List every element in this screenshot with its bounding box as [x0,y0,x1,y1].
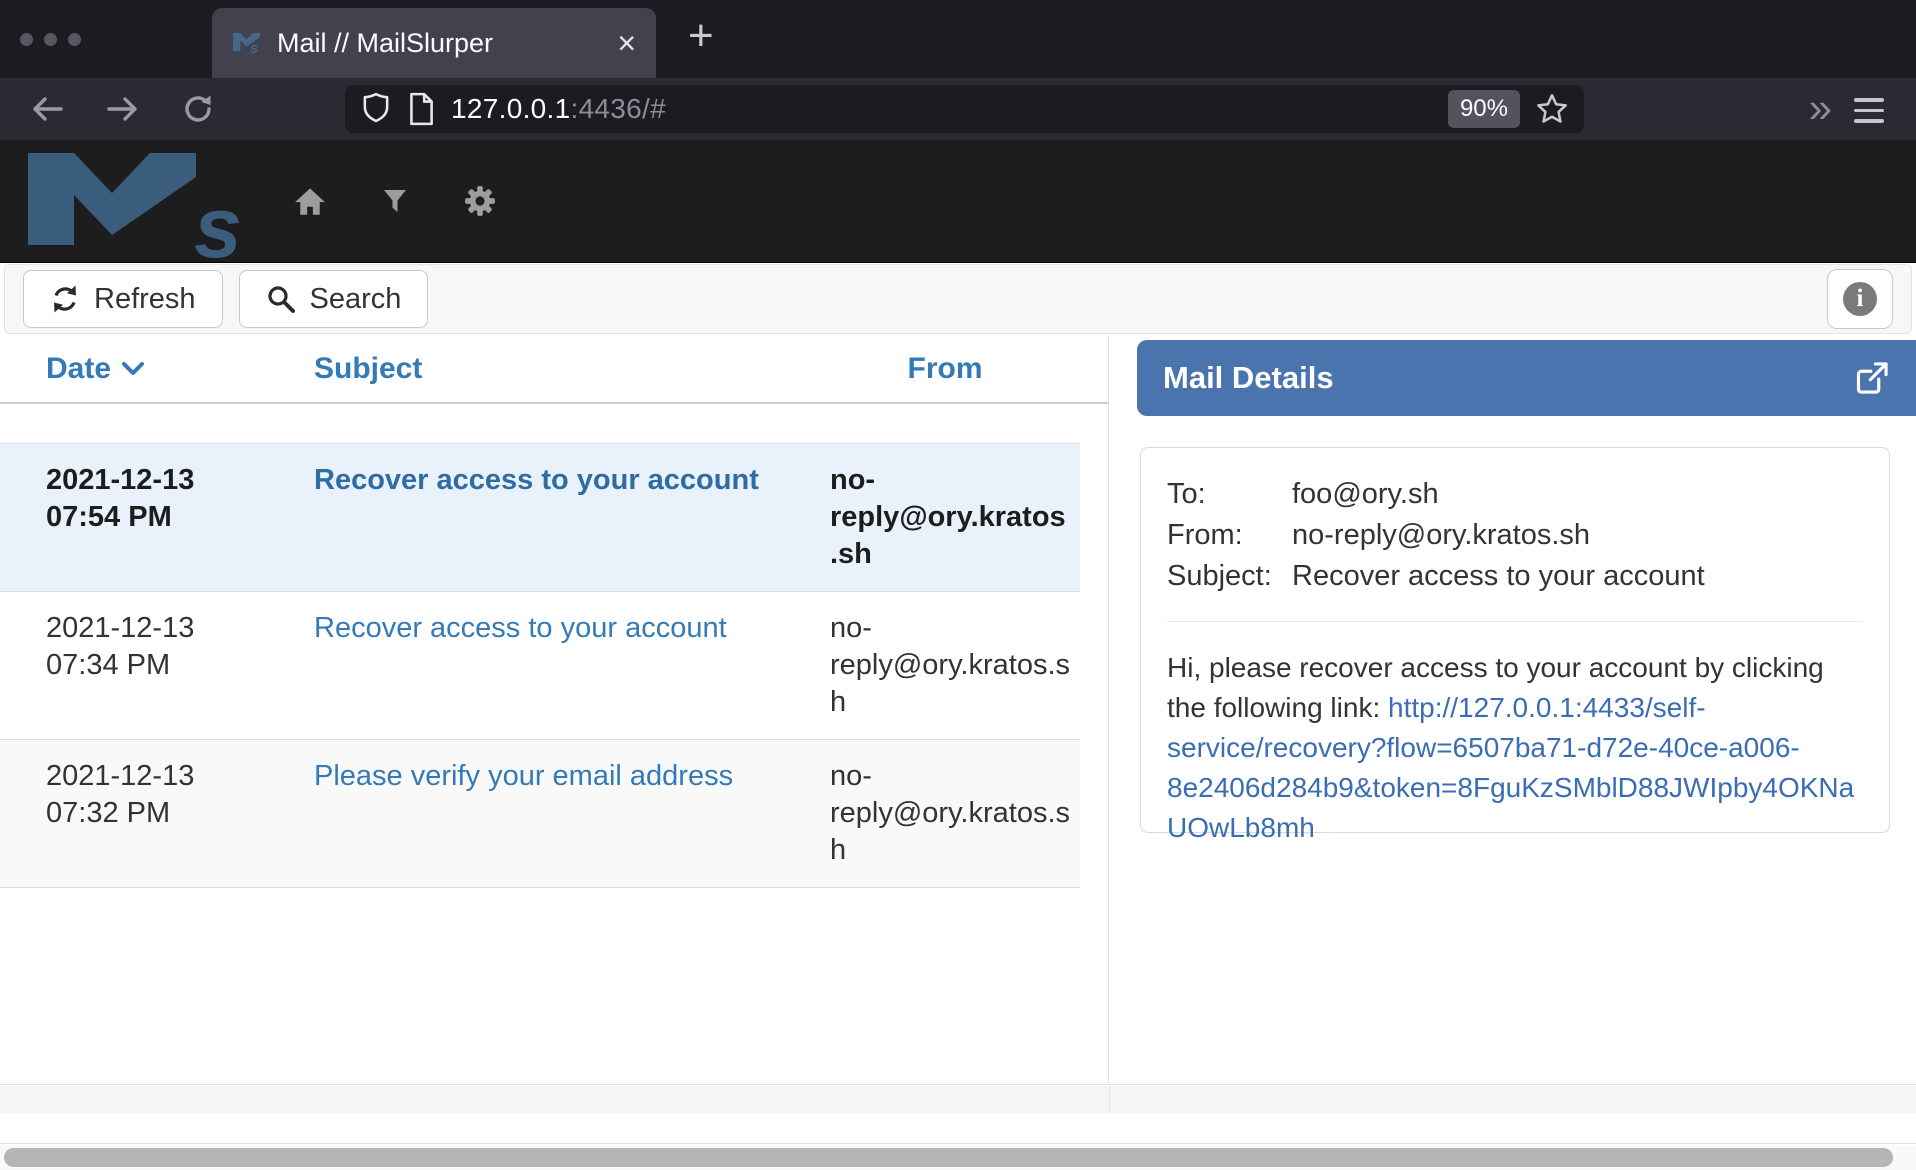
browser-toolbar: 127.0.0.1:4436/# 90% » [0,78,1916,140]
browser-tab[interactable]: s Mail // MailSlurper × [212,8,656,78]
to-label: To: [1167,474,1292,515]
forward-icon[interactable] [104,92,140,126]
horizontal-scrollbar-thumb[interactable] [4,1148,1893,1167]
mail-date: 2021-12-13 07:32 PM [0,758,280,869]
mail-row-selected[interactable]: 2021-12-13 07:54 PM Recover access to yo… [0,443,1080,592]
app-navbar: s [0,140,1916,263]
from-label: From: [1167,515,1292,556]
url-host: 127.0.0.1 [451,93,570,124]
tab-title: Mail // MailSlurper [277,28,617,59]
back-icon[interactable] [30,92,66,126]
subject-value: Recover access to your account [1292,556,1863,597]
sort-chevron-down-icon [121,361,145,377]
reload-icon[interactable] [180,92,216,126]
search-icon [266,284,296,314]
bookmark-star-icon[interactable] [1536,93,1568,125]
toolbar-overflow-icon[interactable]: » [1809,84,1832,132]
mail-subject-link[interactable]: Recover access to your account [314,612,727,644]
refresh-button[interactable]: Refresh [23,270,223,328]
page-info-icon[interactable] [407,92,435,126]
url-path: :4436/# [570,93,666,124]
mail-list-body: 2021-12-13 07:54 PM Recover access to yo… [0,443,1080,888]
window-control-dot[interactable] [20,33,33,46]
info-button[interactable]: i [1827,269,1893,329]
column-header-subject: Subject [280,352,810,386]
subject-label: Subject: [1167,556,1292,597]
refresh-label: Refresh [94,283,196,316]
mail-details-card: To: foo@ory.sh From: no-reply@ory.kratos… [1140,447,1890,833]
window-control-dot[interactable] [44,33,57,46]
search-label: Search [310,283,402,316]
action-toolbar: Refresh Search i [4,264,1912,334]
mail-from: no-reply@ory.kratos.sh [810,462,1080,573]
filter-icon[interactable] [382,188,408,214]
divider [1167,621,1863,622]
shield-icon[interactable] [361,92,391,126]
logo-m-mark [28,153,200,249]
url-bar[interactable]: 127.0.0.1:4436/# 90% [345,85,1584,133]
mail-details-title: Mail Details [1163,360,1854,396]
logo-s: s [194,193,242,263]
mail-subject-link[interactable]: Please verify your email address [314,760,733,792]
mail-subject-link[interactable]: Recover access to your account [314,464,759,496]
refresh-icon [50,284,80,314]
zoom-level-badge[interactable]: 90% [1448,90,1520,128]
browser-window: s Mail // MailSlurper × + [0,0,1916,1170]
mail-row[interactable]: 2021-12-13 07:32 PM Please verify your e… [0,740,1080,888]
info-icon: i [1843,282,1877,316]
column-header-date[interactable]: Date [0,352,280,386]
menu-icon[interactable] [1854,98,1884,123]
to-value: foo@ory.sh [1292,474,1863,515]
mail-from: no-reply@ory.kratos.sh [810,758,1080,869]
mail-details-header: Mail Details [1137,340,1916,416]
mail-details-pane: Mail Details To: foo@ory.sh From: no-rep… [1110,336,1916,1085]
svg-text:s: s [250,40,258,54]
footer-strip [0,1086,1916,1113]
mail-date: 2021-12-13 07:54 PM [0,462,280,573]
tab-close-icon[interactable]: × [617,27,636,59]
mail-from: no-reply@ory.kratos.sh [810,610,1080,721]
gear-icon[interactable] [464,185,496,217]
mail-list-pane: Date Subject From 2021-12-13 07:54 PM Re… [0,336,1109,1085]
from-value: no-reply@ory.kratos.sh [1292,515,1863,556]
window-control-dot[interactable] [68,33,81,46]
window-controls[interactable] [20,33,81,46]
mailslurper-logo: s [28,153,242,249]
mail-meta: To: foo@ory.sh From: no-reply@ory.kratos… [1167,474,1863,597]
mail-date: 2021-12-13 07:34 PM [0,610,280,721]
open-external-icon[interactable] [1854,360,1890,396]
mail-list-header: Date Subject From [0,336,1109,404]
column-header-from: From [810,352,1080,386]
tab-bar: s Mail // MailSlurper × + [0,0,1916,78]
new-tab-button[interactable]: + [688,12,714,60]
favicon-mailslurper-icon: s [232,32,262,54]
mail-body: Hi, please recover access to your accoun… [1167,648,1863,848]
url-text[interactable]: 127.0.0.1:4436/# [451,93,666,125]
search-button[interactable]: Search [239,270,429,328]
home-icon[interactable] [294,186,326,216]
footer-strip [0,1113,1916,1144]
mail-row[interactable]: 2021-12-13 07:34 PM Recover access to yo… [0,592,1080,740]
